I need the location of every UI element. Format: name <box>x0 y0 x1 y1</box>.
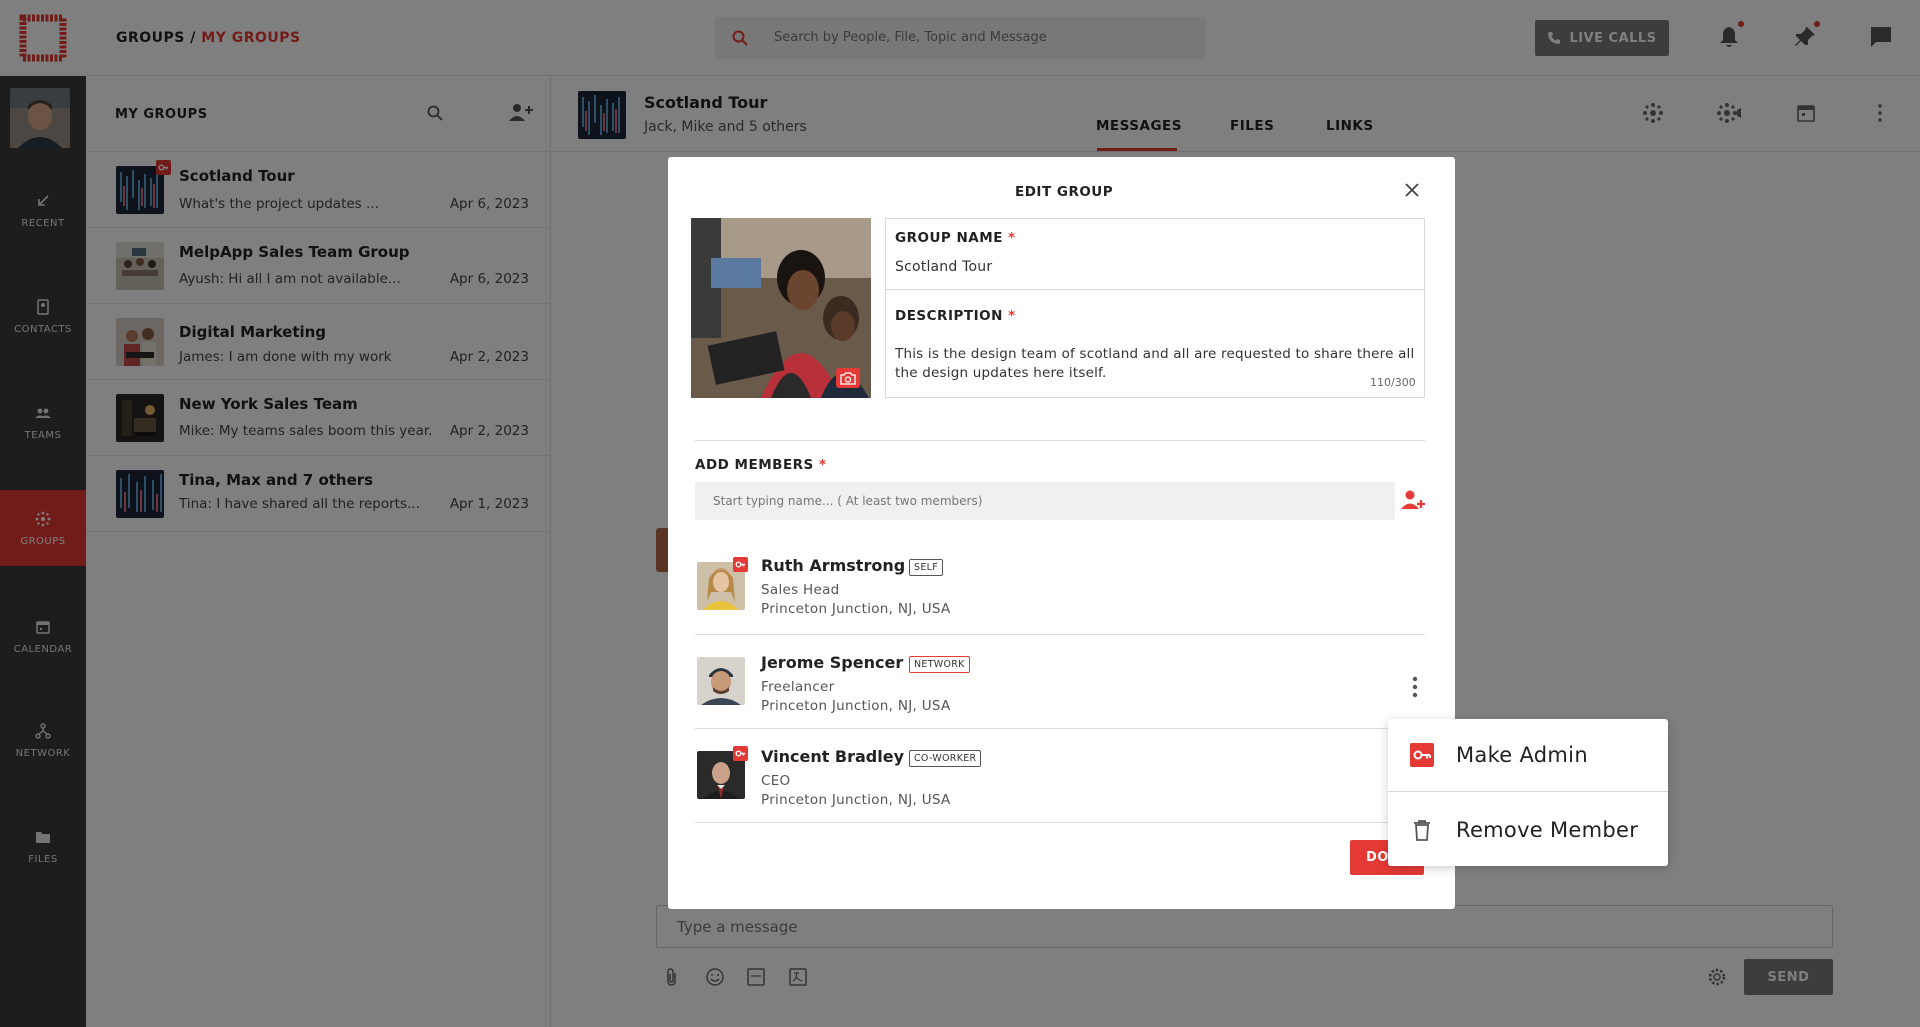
member-role: Freelancer <box>761 679 835 695</box>
member-name: Ruth Armstrong <box>761 556 906 575</box>
divider <box>695 822 1425 823</box>
camera-icon <box>840 371 856 385</box>
add-member-button[interactable] <box>1400 488 1426 512</box>
admin-key-badge <box>733 557 748 572</box>
kebab-menu-icon <box>1412 676 1418 698</box>
group-name-input[interactable]: Scotland Tour <box>895 259 992 275</box>
group-name-label: GROUP NAME * <box>895 230 1016 246</box>
change-photo-button[interactable] <box>836 368 860 388</box>
modal-title: EDIT GROUP <box>1015 184 1114 200</box>
member-role: CEO <box>761 773 791 789</box>
divider <box>885 289 1425 290</box>
divider <box>695 728 1425 729</box>
description-label: DESCRIPTION * <box>895 308 1016 324</box>
admin-key-badge <box>733 746 748 761</box>
member-context-menu: Make Admin Remove Member <box>1388 719 1668 866</box>
member-options-button[interactable] <box>1392 664 1438 710</box>
divider <box>695 634 1425 635</box>
key-icon <box>1410 743 1434 767</box>
member-role: Sales Head <box>761 582 840 598</box>
member-tag: CO-WORKER <box>909 750 982 767</box>
close-icon <box>1405 183 1419 197</box>
remove-member-label: Remove Member <box>1456 817 1639 842</box>
member-name: Jerome Spencer <box>761 653 904 672</box>
add-members-label: ADD MEMBERS * <box>695 457 827 473</box>
make-admin-label: Make Admin <box>1456 743 1588 767</box>
member-avatar <box>697 657 745 705</box>
trash-icon <box>1414 819 1430 841</box>
remove-member-menu-item[interactable]: Remove Member <box>1388 793 1668 866</box>
member-tag: SELF <box>909 559 943 576</box>
member-tag: NETWORK <box>909 656 970 673</box>
group-photo[interactable] <box>691 218 871 398</box>
member-location: Princeton Junction, NJ, USA <box>761 792 951 808</box>
member-name: Vincent Bradley <box>761 747 905 766</box>
member-location: Princeton Junction, NJ, USA <box>761 698 951 714</box>
char-counter: 110/300 <box>1370 376 1416 389</box>
divider <box>695 440 1425 441</box>
key-icon <box>735 750 745 757</box>
description-textarea[interactable]: This is the design team of scotland and … <box>895 345 1415 383</box>
member-location: Princeton Junction, NJ, USA <box>761 601 951 617</box>
make-admin-menu-item[interactable]: Make Admin <box>1388 719 1668 792</box>
add-members-input[interactable]: Start typing name... ( At least two memb… <box>695 482 1395 520</box>
add-members-placeholder: Start typing name... ( At least two memb… <box>713 494 983 508</box>
key-icon <box>735 561 745 568</box>
add-user-icon <box>1401 490 1425 509</box>
close-modal-button[interactable] <box>1404 182 1420 198</box>
